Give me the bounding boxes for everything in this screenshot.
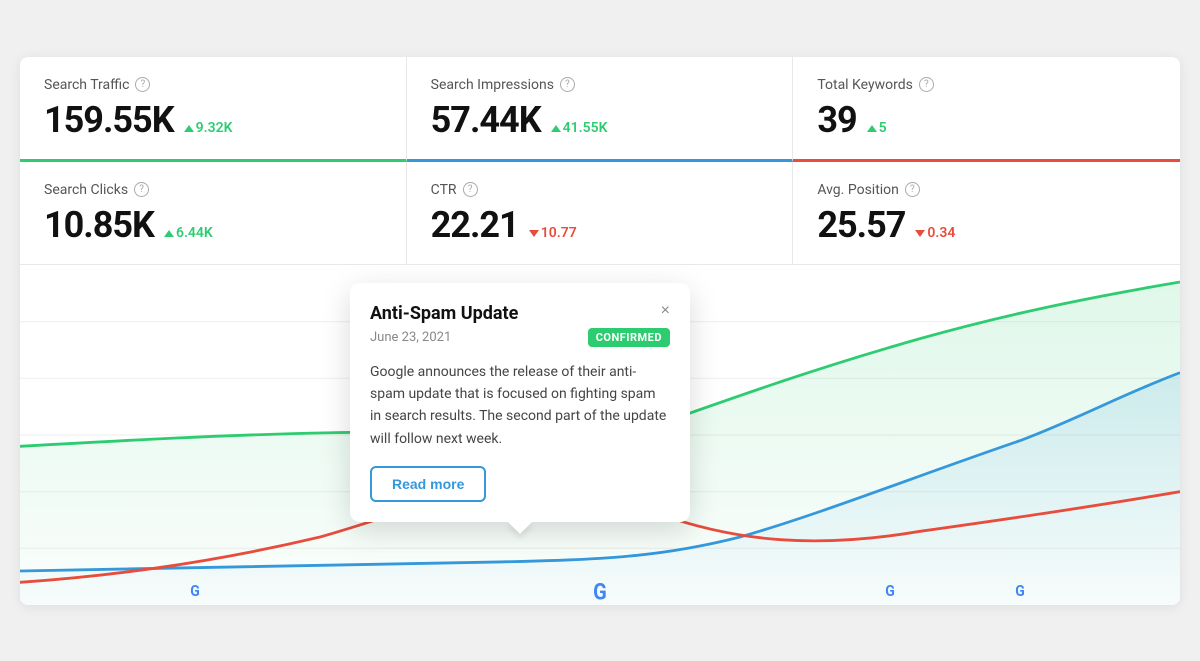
delta-value: 41.55K <box>563 120 608 136</box>
popup-close-button[interactable]: × <box>661 303 670 319</box>
google-g-icon-3[interactable]: G <box>885 581 895 600</box>
metric-delta: 0.34 <box>915 225 955 241</box>
delta-value: 5 <box>879 120 887 136</box>
popup-body: Google announces the release of their an… <box>370 361 670 451</box>
read-more-button[interactable]: Read more <box>370 466 486 502</box>
arrow-down-icon <box>529 230 539 237</box>
arrow-up-icon <box>867 125 877 132</box>
metric-label: Avg. Position ? <box>817 182 1156 198</box>
metric-avg-position: Avg. Position ? 25.57 0.34 <box>793 162 1180 264</box>
metric-delta: 10.77 <box>529 225 577 241</box>
metric-ctr: CTR ? 22.21 10.77 <box>407 162 794 264</box>
popup-title: Anti-Spam Update <box>370 303 518 324</box>
metric-search-clicks: Search Clicks ? 10.85K 6.44K <box>20 162 407 264</box>
metric-value-row: 57.44K 41.55K <box>431 99 769 141</box>
popup-header: Anti-Spam Update × <box>370 303 670 324</box>
google-g-icon-2[interactable]: G <box>593 579 607 605</box>
metric-delta: 9.32K <box>184 120 233 136</box>
metric-delta: 5 <box>867 120 887 136</box>
metric-value-row: 25.57 0.34 <box>817 204 1156 246</box>
metric-value: 10.85K <box>44 204 154 246</box>
help-icon[interactable]: ? <box>905 182 920 197</box>
metric-delta: 6.44K <box>164 225 213 241</box>
metric-value: 22.21 <box>431 204 519 246</box>
label-text: CTR <box>431 182 457 198</box>
google-g-icon-1[interactable]: G <box>190 581 200 600</box>
metric-value-row: 22.21 10.77 <box>431 204 769 246</box>
label-text: Total Keywords <box>817 77 913 93</box>
metric-label: Total Keywords ? <box>817 77 1156 93</box>
delta-value: 10.77 <box>541 225 577 241</box>
metrics-bottom-row: Search Clicks ? 10.85K 6.44K CTR ? 22.21 <box>20 162 1180 265</box>
metric-label: Search Impressions ? <box>431 77 769 93</box>
popup-date-row: June 23, 2021 CONFIRMED <box>370 328 670 347</box>
metric-label: Search Traffic ? <box>44 77 382 93</box>
arrow-up-icon <box>184 125 194 132</box>
help-icon[interactable]: ? <box>134 182 149 197</box>
metric-label: Search Clicks ? <box>44 182 382 198</box>
label-text: Search Impressions <box>431 77 554 93</box>
popup-date: June 23, 2021 <box>370 330 451 345</box>
metrics-top-row: Search Traffic ? 159.55K 9.32K Search Im… <box>20 57 1180 162</box>
arrow-down-icon <box>915 230 925 237</box>
delta-value: 6.44K <box>176 225 213 241</box>
metric-value-row: 39 5 <box>817 99 1156 141</box>
metric-label: CTR ? <box>431 182 769 198</box>
metric-value: 57.44K <box>431 99 541 141</box>
metric-search-impressions: Search Impressions ? 57.44K 41.55K <box>407 57 794 162</box>
metric-value: 159.55K <box>44 99 174 141</box>
google-g-icon-4[interactable]: G <box>1015 581 1025 600</box>
label-text: Search Clicks <box>44 182 128 198</box>
arrow-up-icon <box>164 230 174 237</box>
help-icon[interactable]: ? <box>135 77 150 92</box>
help-icon[interactable]: ? <box>463 182 478 197</box>
anti-spam-popup: Anti-Spam Update × June 23, 2021 CONFIRM… <box>350 283 690 523</box>
metric-value-row: 10.85K 6.44K <box>44 204 382 246</box>
delta-value: 0.34 <box>927 225 955 241</box>
label-text: Search Traffic <box>44 77 129 93</box>
chart-area: G G G G 10 Jun, 2021 22 Jun, 2021 05 Jul… <box>20 265 1180 605</box>
metric-search-traffic: Search Traffic ? 159.55K 9.32K <box>20 57 407 162</box>
metric-total-keywords: Total Keywords ? 39 5 <box>793 57 1180 162</box>
metric-delta: 41.55K <box>551 120 608 136</box>
metric-value: 25.57 <box>817 204 905 246</box>
popup-confirmed-badge: CONFIRMED <box>588 328 670 347</box>
metric-value: 39 <box>817 99 856 141</box>
metric-value-row: 159.55K 9.32K <box>44 99 382 141</box>
delta-value: 9.32K <box>196 120 233 136</box>
dashboard: Search Traffic ? 159.55K 9.32K Search Im… <box>20 57 1180 605</box>
arrow-up-icon <box>551 125 561 132</box>
label-text: Avg. Position <box>817 182 899 198</box>
help-icon[interactable]: ? <box>919 77 934 92</box>
help-icon[interactable]: ? <box>560 77 575 92</box>
